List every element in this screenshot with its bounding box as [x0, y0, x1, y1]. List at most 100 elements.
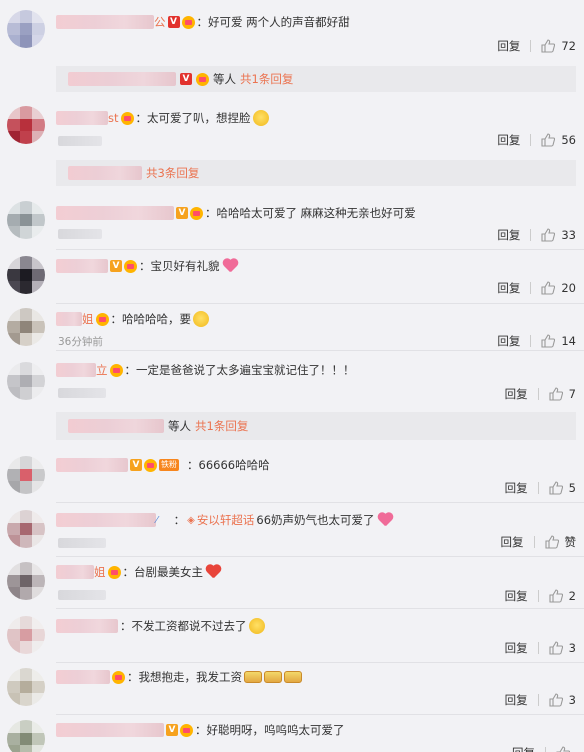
fan-badge-icon — [180, 723, 193, 737]
username-tail[interactable]: st — [108, 111, 119, 125]
comment-body-after: 66奶声奶气也太可爱了 — [256, 513, 375, 527]
like-icon[interactable] — [541, 39, 556, 53]
username-tail[interactable]: 姐 — [82, 311, 94, 327]
like-icon[interactable] — [541, 228, 556, 242]
comment-actions: 回复 72 — [497, 38, 576, 54]
avatar[interactable] — [7, 201, 45, 239]
reply-button[interactable]: 回复 — [497, 333, 520, 349]
comment-body: ：一定是爸爸说了太多遍宝宝就记住了！！！ — [124, 363, 355, 377]
timestamp: 36分钟前 — [58, 336, 103, 348]
avatar[interactable] — [7, 106, 45, 144]
divider — [530, 40, 532, 52]
comment-actions: 回复 14 — [497, 333, 576, 349]
username-blurred[interactable] — [56, 619, 118, 633]
like-icon[interactable] — [549, 693, 563, 707]
like-icon[interactable] — [556, 746, 570, 752]
username-blurred[interactable] — [56, 206, 174, 220]
comment-body: ：不发工资都说不过去了 — [120, 619, 247, 633]
like-icon[interactable] — [541, 133, 556, 147]
like-icon[interactable] — [541, 281, 556, 295]
username-tail[interactable]: 公 — [154, 14, 166, 30]
reply-count-link[interactable]: 共1条回复 — [240, 71, 293, 87]
comment-actions: 回复 3 — [505, 692, 576, 708]
money-emoji-icon — [284, 671, 302, 683]
divider — [530, 229, 532, 241]
avatar[interactable] — [7, 10, 45, 48]
username-blurred[interactable] — [56, 111, 108, 125]
divider — [56, 608, 584, 609]
reply-button[interactable]: 回复 — [505, 692, 528, 708]
reply-button[interactable]: 回复 — [497, 38, 520, 54]
comment-body: ： — [173, 513, 186, 527]
like-icon[interactable] — [549, 481, 563, 495]
fan-badge-icon — [107, 565, 121, 579]
reply-button[interactable]: 回复 — [505, 640, 528, 656]
username-blurred[interactable] — [56, 259, 108, 273]
comment-text: V ：好聪明呀，呜呜呜太可爱了 — [166, 722, 345, 738]
avatar[interactable] — [7, 720, 45, 752]
timestamp-blurred — [58, 590, 106, 600]
reply-count-link[interactable]: 共3条回复 — [146, 165, 199, 181]
username-tail[interactable]: 立 — [96, 362, 108, 378]
reply-button[interactable]: 回复 — [505, 386, 528, 402]
username-blurred[interactable] — [56, 312, 82, 326]
reply-button[interactable]: 回复 — [501, 534, 524, 550]
reply-button[interactable]: 回复 — [497, 280, 520, 296]
reply-summary[interactable]: 等人 共1条回复 — [56, 412, 576, 440]
like-count: 5 — [568, 481, 576, 495]
comment-item: ：我想抱走，我发工资 回复 3 — [0, 664, 584, 714]
comment-text: V ：宝贝好有礼貌 — [110, 258, 238, 274]
comment-item: V ：宝贝好有礼貌 回复 20 — [0, 250, 584, 304]
avatar[interactable] — [7, 362, 45, 400]
username-blurred[interactable] — [56, 723, 164, 737]
divider — [537, 388, 539, 400]
comment-body: ：哈哈哈太可爱了 麻麻这种无亲也好可爱 — [205, 206, 416, 220]
divider — [537, 642, 539, 654]
topic-link[interactable]: 安以轩超话 — [197, 512, 255, 528]
like-icon[interactable] — [544, 535, 559, 549]
comment-body: ：台剧最美女主 — [122, 565, 204, 579]
avatar[interactable] — [7, 616, 45, 654]
username-tail[interactable]: 姐 — [94, 564, 106, 580]
avatar[interactable] — [7, 562, 45, 600]
comment-item: 姐 ：哈哈哈哈，要 回复 14 36分钟前 — [0, 304, 584, 352]
comment-text: ⁄ ： ◈ 安以轩超话 66奶声奶气也太可爱了 — [156, 512, 393, 528]
reply-button[interactable]: 回复 — [505, 480, 528, 496]
username-blurred[interactable] — [56, 670, 110, 684]
reply-button[interactable]: 回复 — [497, 227, 520, 243]
reply-summary[interactable]: V 等人 共1条回复 — [56, 66, 576, 92]
like-icon[interactable] — [549, 387, 563, 401]
avatar[interactable] — [7, 256, 45, 294]
like-icon[interactable] — [549, 641, 563, 655]
timestamp-blurred — [58, 136, 102, 146]
comment-actions: 回复 3 — [505, 640, 576, 656]
timestamp-blurred — [58, 538, 106, 548]
verified-icon: V — [180, 73, 192, 85]
avatar[interactable] — [7, 456, 45, 494]
edit-mark-icon: ⁄ — [156, 514, 158, 526]
like-icon[interactable] — [549, 589, 563, 603]
reply-button[interactable]: 回复 — [497, 132, 520, 148]
like-icon[interactable] — [541, 334, 556, 348]
fan-badge-icon — [144, 458, 157, 472]
comment-text: ：我想抱走，我发工资 — [112, 669, 302, 685]
username-blurred[interactable] — [56, 458, 128, 472]
username-blurred[interactable] — [56, 15, 154, 29]
username-blurred[interactable] — [56, 565, 94, 579]
reply-summary[interactable]: 共3条回复 — [56, 160, 576, 186]
avatar[interactable] — [7, 510, 45, 548]
like-count: 7 — [568, 387, 576, 401]
fan-badge-icon — [196, 72, 209, 86]
username-blurred[interactable] — [56, 513, 156, 527]
fan-badge-icon — [112, 670, 125, 684]
reply-button[interactable]: 回复 — [512, 745, 535, 752]
divider — [56, 350, 584, 351]
username-blurred[interactable] — [56, 363, 96, 377]
comment-body: ：好可爱 两个人的声音都好甜 — [196, 15, 350, 29]
divider — [537, 694, 539, 706]
reply-button[interactable]: 回复 — [505, 588, 528, 604]
avatar[interactable] — [7, 308, 45, 346]
reply-count-link[interactable]: 共1条回复 — [195, 418, 248, 434]
divider — [56, 662, 584, 663]
avatar[interactable] — [7, 668, 45, 706]
